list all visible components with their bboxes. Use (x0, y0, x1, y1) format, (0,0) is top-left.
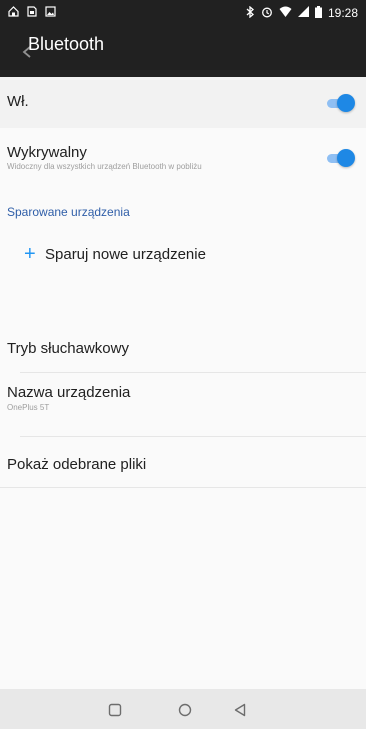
app-bar: 19:28 Bluetooth (0, 0, 366, 77)
device-name-row[interactable]: Nazwa urządzenia OnePlus 5T (0, 378, 366, 434)
signal-icon (297, 6, 309, 20)
status-time: 19:28 (327, 6, 358, 20)
page-title: Bluetooth (28, 34, 105, 54)
status-bar-left (8, 6, 56, 20)
received-files-label: Pokaż odebrane pliki (7, 456, 147, 473)
back-icon[interactable] (228, 698, 252, 722)
device-name-value: OnePlus 5T (7, 403, 50, 412)
headset-mode-label: Tryb słuchawkowy (7, 340, 129, 357)
battery-icon (314, 6, 322, 20)
bluetooth-on-row[interactable]: Wł. (0, 77, 366, 128)
recents-icon[interactable] (103, 698, 127, 722)
headset-mode-row[interactable]: Tryb słuchawkowy (0, 330, 366, 370)
discoverable-switch[interactable] (327, 149, 355, 167)
navigation-bar (0, 689, 366, 729)
switch-thumb (337, 149, 355, 167)
paired-devices-section-title: Sparowane urządzenia (7, 205, 130, 219)
status-bar-right: 19:28 (246, 5, 358, 20)
pair-new-device-row[interactable]: + Sparuj nowe urządzenie (0, 240, 366, 270)
discoverable-row[interactable]: Wykrywalny Widoczny dla wszystkich urząd… (0, 128, 366, 188)
sd-card-icon (27, 6, 37, 20)
divider (0, 487, 366, 488)
discoverable-summary: Widoczny dla wszystkich urządzeń Bluetoo… (7, 162, 202, 171)
discoverable-label: Wykrywalny (7, 144, 87, 161)
divider (20, 372, 366, 373)
received-files-row[interactable]: Pokaż odebrane pliki (0, 446, 366, 486)
home-icon[interactable] (173, 698, 197, 722)
divider (20, 436, 366, 437)
wifi-icon (279, 6, 292, 20)
status-bar: 19:28 (0, 0, 366, 24)
bluetooth-on-switch[interactable] (327, 94, 355, 112)
plus-icon: + (24, 243, 36, 265)
home-icon (8, 6, 19, 20)
device-name-label: Nazwa urządzenia (7, 384, 131, 401)
pair-new-device-label: Sparuj nowe urządzenie (45, 246, 206, 263)
switch-thumb (337, 94, 355, 112)
bluetooth-on-label: Wł. (7, 93, 29, 110)
alarm-icon (261, 6, 273, 20)
image-icon (45, 6, 56, 20)
bluetooth-icon (246, 5, 255, 20)
